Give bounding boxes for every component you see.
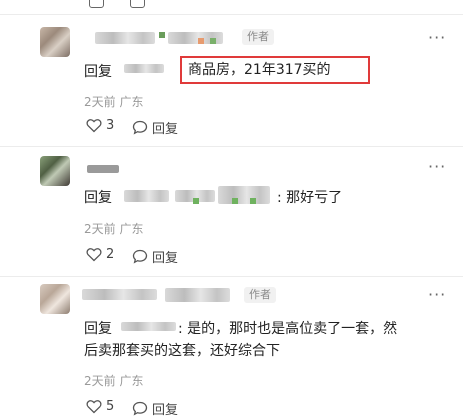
comment-text-line1: : 是的，那时也是高位卖了一套，然 [178, 321, 398, 337]
comment-meta: 2天前 广东 [84, 95, 144, 109]
comment-icon [132, 120, 148, 135]
reply-label: 回复 [152, 403, 179, 418]
comment-icon [132, 249, 148, 264]
avatar[interactable] [40, 284, 70, 314]
like-count: 2 [106, 247, 115, 262]
like-button[interactable]: 3 [86, 118, 114, 133]
divider [0, 14, 463, 15]
avatar[interactable] [40, 27, 70, 57]
username-pixel [159, 32, 165, 38]
comment-icon[interactable] [130, 0, 145, 8]
heart-icon [86, 119, 102, 133]
comment-text: 商品房，21年317买的 [188, 62, 331, 78]
more-icon[interactable]: ··· [428, 28, 446, 47]
reply-prefix: 回复 [84, 64, 112, 80]
reply-button[interactable]: 回复 [132, 118, 178, 137]
heart-icon [86, 248, 102, 262]
reply-prefix: 回复 [84, 190, 112, 206]
username-pixel [250, 198, 256, 204]
username-blurred[interactable] [95, 32, 155, 44]
username-blurred[interactable] [82, 289, 157, 300]
reply-target-blurred [218, 186, 270, 204]
reply-label: 回复 [152, 251, 179, 266]
reply-target-blurred[interactable] [121, 322, 176, 331]
heart-icon[interactable] [89, 0, 104, 8]
avatar[interactable] [40, 156, 70, 186]
like-button[interactable]: 2 [86, 247, 114, 262]
username-pixel [232, 198, 238, 204]
heart-icon [86, 400, 102, 414]
author-badge: 作者 [242, 29, 274, 45]
reply-label: 回复 [152, 122, 179, 137]
comment-text-line2: 后卖那套买的这套，还好综合下 [84, 343, 280, 359]
username-pixel [198, 38, 204, 44]
username-pixel [210, 38, 216, 44]
reply-target-blurred[interactable] [124, 64, 164, 73]
username-pixel [193, 198, 199, 204]
reply-button[interactable]: 回复 [132, 247, 178, 266]
comment-text: : 那好亏了 [277, 190, 343, 206]
author-badge: 作者 [244, 287, 276, 303]
username-blurred[interactable] [87, 165, 119, 173]
reply-button[interactable]: 回复 [132, 399, 178, 418]
comment-icon [132, 401, 148, 416]
divider [0, 276, 463, 277]
more-icon[interactable]: ··· [428, 285, 446, 304]
like-button[interactable]: 5 [86, 399, 114, 414]
reply-prefix: 回复 [84, 321, 112, 337]
like-count: 5 [106, 399, 115, 414]
username-blurred [165, 288, 230, 302]
like-count: 3 [106, 118, 115, 133]
divider [0, 146, 463, 147]
more-icon[interactable]: ··· [428, 157, 446, 176]
reply-target-blurred[interactable] [124, 190, 169, 202]
top-action-bar [0, 0, 463, 8]
comment-meta: 2天前 广东 [84, 222, 144, 236]
comment-meta: 2天前 广东 [84, 374, 144, 388]
